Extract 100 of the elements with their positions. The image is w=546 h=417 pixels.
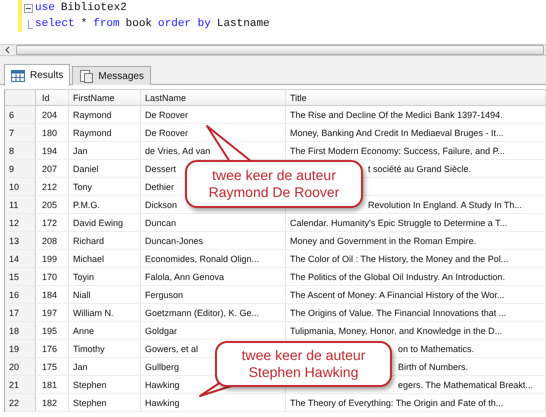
table-cell: Goldgar	[145, 326, 178, 336]
table-cell: Hawking	[145, 398, 180, 408]
row-number[interactable]: 8	[5, 142, 36, 159]
table-cell: Stephen	[73, 398, 107, 408]
table-cell: Gowers, et al	[145, 344, 198, 354]
document-icon	[79, 69, 94, 83]
callout-text: twee keer de auteur	[212, 167, 336, 184]
row-number[interactable]: 13	[5, 232, 36, 249]
horizontal-scrollbar[interactable]	[0, 44, 546, 56]
row-number[interactable]: 16	[5, 286, 36, 303]
table-cell: on to Mathematics.	[398, 344, 474, 354]
table-cell: 184	[42, 290, 58, 300]
table-cell: David Ewing	[73, 218, 124, 228]
table-cell: The Ascent of Money: A Financial History of the Wor...	[290, 290, 504, 300]
row-number[interactable]: 9	[5, 160, 36, 177]
table-cell: Duncan-Jones	[145, 236, 204, 246]
table-cell: Gullberg	[145, 362, 180, 372]
table-cell: Raymond	[73, 128, 112, 138]
table-cell: 195	[42, 326, 58, 336]
column-header[interactable]: LastName	[141, 90, 286, 105]
table-cell: 176	[42, 344, 58, 354]
table-cell: 181	[42, 380, 58, 390]
row-number[interactable]: 20	[5, 358, 36, 375]
table-cell: Money and Government in the Roman Empire.	[290, 236, 476, 246]
row-number[interactable]: 7	[5, 124, 36, 141]
table-cell: Tulipmania, Money, Honor, and Knowledge in the D...	[290, 326, 502, 336]
code-token: book	[126, 18, 152, 30]
table-cell: Anne	[73, 326, 94, 336]
column-header[interactable]: FirstName	[69, 90, 141, 105]
row-number[interactable]: 12	[5, 214, 36, 231]
row-number[interactable]: 6	[5, 106, 36, 123]
table-cell: De Roover	[145, 110, 188, 120]
table-cell: 199	[42, 254, 58, 264]
table-cell: t société au Grand Siècle.	[368, 164, 472, 174]
code-token: *	[80, 18, 88, 30]
row-number[interactable]: 17	[5, 304, 36, 321]
table-cell: Hawking	[145, 380, 180, 390]
table-cell: P.M.G.	[73, 200, 100, 210]
table-cell: Money, Banking And Credit In Mediaeval Bruges - It...	[290, 128, 504, 138]
table-cell: Tony	[73, 182, 92, 192]
table-cell: 204	[42, 110, 58, 120]
table-cell: Richard	[73, 236, 104, 246]
table-cell: 175	[42, 362, 58, 372]
table-cell: 212	[42, 182, 58, 192]
table-cell: Ferguson	[145, 290, 184, 300]
row-number[interactable]: 21	[5, 376, 36, 393]
table-cell: Duncan	[145, 218, 176, 228]
table-cell: De Roover	[145, 128, 188, 138]
table-cell: Falola, Ann Genova	[145, 272, 224, 282]
table-cell: Stephen	[73, 380, 107, 390]
code-token: Lastname	[216, 18, 270, 30]
row-number[interactable]: 11	[5, 196, 36, 213]
table-cell: egers. The Mathematical Breakt...	[398, 380, 533, 390]
column-header[interactable]: Title	[286, 90, 546, 105]
table-cell: 207	[42, 164, 58, 174]
table-cell: 180	[42, 128, 58, 138]
table-cell: The Rise and Decline Of the Medici Bank 1397-1494.	[290, 110, 503, 120]
table-cell: 205	[42, 200, 58, 210]
table-cell: Economides, Ronald Olign...	[145, 254, 260, 264]
tab[interactable]: Messages	[72, 66, 151, 85]
callout-text: Raymond De Roover	[208, 184, 340, 201]
code-token: Bibliotex2	[60, 2, 127, 14]
table-cell: Toyin	[73, 272, 94, 282]
table-cell: 182	[42, 398, 58, 408]
column-header[interactable]: Id	[36, 90, 69, 105]
row-number[interactable]: 15	[5, 268, 36, 285]
code-token: select	[35, 18, 75, 30]
table-cell: 172	[42, 218, 58, 228]
callout-text: Stephen Hawking	[248, 364, 358, 381]
table-cell: The First Modern Economy: Success, Failure, and P...	[290, 146, 505, 156]
table-cell: 194	[42, 146, 58, 156]
table-cell: Dessert	[145, 164, 176, 174]
row-number[interactable]: 22	[5, 394, 36, 411]
table-cell: Dethier	[145, 182, 174, 192]
code-token: order by	[158, 18, 211, 30]
row-number[interactable]: 19	[5, 340, 36, 357]
table-cell: Jan	[73, 362, 88, 372]
row-number[interactable]: 18	[5, 322, 36, 339]
table-cell: 208	[42, 236, 58, 246]
table-cell: The Origins of Value. The Financial Innovations that ...	[290, 308, 506, 318]
tab[interactable]: Results	[4, 64, 70, 86]
code-token: use	[35, 2, 55, 14]
change-marker	[18, 0, 22, 32]
table-cell: Michael	[73, 254, 104, 264]
table-cell: Raymond	[73, 110, 112, 120]
row-number[interactable]: 10	[5, 178, 36, 195]
table-cell: William N.	[73, 308, 114, 318]
table-cell: Dickson	[145, 200, 178, 210]
code-token: from	[93, 18, 120, 30]
table-cell: 197	[42, 308, 58, 318]
table-cell: Goetzmann (Editor), K. Ge...	[145, 308, 260, 318]
table-cell: The Color of Oil : The History, the Money and the Pol...	[290, 254, 508, 264]
table-cell: Niall	[73, 290, 91, 300]
table-cell: The Theory of Everything: The Origin and Fate of th...	[290, 398, 504, 408]
table-cell: The Politics of the Global Oil Industry. An Introduction.	[290, 272, 505, 282]
row-number[interactable]: 14	[5, 250, 36, 267]
collapse-icon[interactable]	[24, 4, 33, 12]
table-cell: Timothy	[73, 344, 105, 354]
callout-text: twee keer de auteur	[242, 347, 366, 364]
table-cell: Calendar. Humanity's Epic Struggle to Determine a T...	[290, 218, 508, 228]
